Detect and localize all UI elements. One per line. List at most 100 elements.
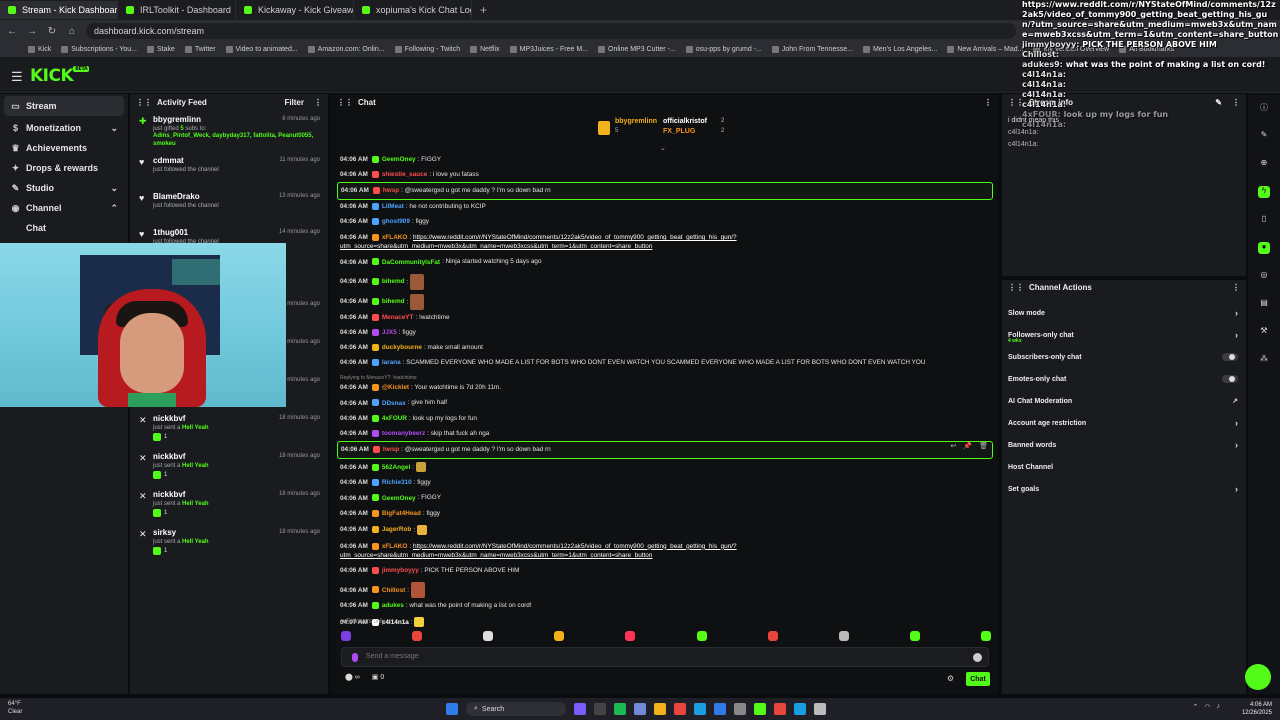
chat-message[interactable]: 04:06 AM JJX5: figgy <box>337 325 993 340</box>
menu-icon[interactable]: ☰ <box>11 69 23 85</box>
channel-action-slow-mode[interactable]: Slow mode › <box>1002 302 1246 324</box>
message-username[interactable]: hwsp <box>383 446 399 453</box>
system-clock[interactable]: 4:06 AM 12/26/2025 <box>1242 701 1272 717</box>
chat-message[interactable]: 04:06 AM LilMeat: he not contributing to … <box>337 200 993 215</box>
message-username[interactable]: shiestie_sauce <box>382 171 427 178</box>
chat-bubble-icon[interactable]: ● <box>1258 242 1270 254</box>
bookmark-item[interactable]: Video to animated... <box>225 46 298 53</box>
sidebar-item-drops-rewards[interactable]: ✦ Drops & rewards <box>0 158 128 178</box>
drag-handle-icon[interactable]: ⋮⋮ <box>1008 283 1024 292</box>
channel-action-ai-chat-moderation[interactable]: AI Chat Moderation ↗ <box>1002 390 1246 412</box>
sidebar-item-studio[interactable]: ✎ Studio ⌄ <box>0 178 128 198</box>
message-username[interactable]: 562Angel <box>382 464 410 471</box>
chat-message[interactable]: 04:06 AM duckybourne: make small amount <box>337 341 993 356</box>
message-username[interactable]: MenaceYT <box>382 314 414 321</box>
message-username[interactable]: LilMeat <box>382 203 404 210</box>
target-icon[interactable]: ⊕ <box>1258 158 1270 170</box>
microphone-icon[interactable] <box>352 653 358 662</box>
app-icon-2[interactable] <box>814 703 826 715</box>
back-icon[interactable]: ← <box>6 26 18 37</box>
channel-action-account-age-restriction[interactable]: Account age restriction › <box>1002 412 1246 434</box>
message-username[interactable]: @Kicklet <box>382 384 409 391</box>
message-link[interactable]: utm_source=share&utm_medium=mweb3x&utm_n… <box>340 552 652 559</box>
bookmark-item[interactable]: Subscriptions - You... <box>61 46 137 53</box>
bookmark-item[interactable]: Twitter <box>184 46 216 53</box>
volume-icon[interactable]: ♪ <box>1217 703 1221 711</box>
message-username[interactable]: jimmyboyyy <box>382 567 419 574</box>
chat-message[interactable]: 04:06 AM 4xFOUR: look up my logs for fun <box>337 411 993 426</box>
windows-start-icon[interactable] <box>446 703 458 715</box>
send-chat-button[interactable]: Chat <box>966 672 990 686</box>
quick-emote-icon[interactable] <box>909 631 920 641</box>
bookmark-item[interactable]: John From Tennesse... <box>771 46 853 53</box>
browser-tab[interactable]: Stream - Kick Dashboard× <box>0 1 118 19</box>
chat-message[interactable]: 04:06 AM 562Angel: <box>337 459 993 476</box>
more-icon[interactable]: ⋮ <box>1232 283 1240 292</box>
quick-emote-icon[interactable] <box>412 631 423 641</box>
channel-action-subscribers-only-chat[interactable]: Subscribers-only chat <box>1002 346 1246 368</box>
chat-message[interactable]: 04:06 AM Chillost: <box>337 578 993 598</box>
channel-action-set-goals[interactable]: Set goals › <box>1002 478 1246 500</box>
message-username[interactable]: c4l14n1a <box>382 619 409 626</box>
sidebar-subitem-chat[interactable]: Chat <box>0 218 128 238</box>
quick-emote-icon[interactable] <box>554 631 565 641</box>
chevron-down-icon[interactable]: ⌄ <box>660 144 666 152</box>
chat-message[interactable]: 04:06 AM bihemd: <box>337 270 993 290</box>
chat-message[interactable]: 04:06 AM adukes: what was the point of ma… <box>337 598 993 613</box>
more-icon[interactable]: ⋮ <box>314 98 322 107</box>
viewers-indicator[interactable]: ⬤ ∞ <box>345 673 360 681</box>
address-bar[interactable]: dashboard.kick.com/stream <box>86 23 1016 39</box>
list-item[interactable]: ✕nickkbvf18 minutes agojust sent a Hell … <box>130 410 328 448</box>
channel-action-followers-only-chat[interactable]: Followers-only chat 4 wks › <box>1002 324 1246 346</box>
browser-tab[interactable]: IRLToolkit - Dashboard× <box>118 1 236 19</box>
list-item[interactable]: ✕ sirksy 18 minutes ago just sent a Hell Ye… <box>130 524 328 562</box>
sidebar-item-achievements[interactable]: ♛ Achievements <box>0 138 128 158</box>
layout-icon[interactable]: ▤ <box>1258 298 1270 310</box>
bookmark-item[interactable]: Men's Los Angeles... <box>862 46 937 53</box>
sidebar-item-monetization[interactable]: $ Monetization ⌄ <box>0 118 128 138</box>
chat-message[interactable]: 04:06 AM jimmyboyyy: PICK THE PERSON ABOV… <box>337 563 993 578</box>
message-link[interactable]: https://www.reddit.com/r/NYStateOfMind/c… <box>413 543 737 550</box>
chat-input[interactable] <box>366 653 946 660</box>
list-item[interactable]: ♥ cdmmat 11 minutes ago just followed the c… <box>130 152 328 188</box>
folder-icon[interactable] <box>654 703 666 715</box>
sidebar-item-stream[interactable]: ▭ Stream <box>4 96 124 116</box>
bookmark-item[interactable]: osu-pps by grumd -... <box>685 46 762 53</box>
chat-message[interactable]: 04:06 AM DaCommunityIsFat: Ninja started … <box>337 255 993 270</box>
message-username[interactable]: xFLAKO <box>382 234 408 241</box>
message-username[interactable]: hwsp <box>383 187 399 194</box>
trash-icon[interactable]: ▯ <box>1258 214 1270 226</box>
chat-message[interactable]: 04:06 AM xFLAKO: https://www.reddit.com/r… <box>337 230 993 255</box>
browser-tab[interactable]: Kickaway - Kick Giveaway Tool× <box>236 1 354 19</box>
chat-message[interactable]: 04:07 AM c4l14n1a: <box>337 614 993 631</box>
quick-emote-icon[interactable] <box>483 631 494 641</box>
pencil-icon[interactable]: ✎ <box>1258 130 1270 142</box>
chrome-icon[interactable] <box>674 703 686 715</box>
filter-button[interactable]: Filter <box>284 98 304 107</box>
message-username[interactable]: BigFat4Head <box>382 510 421 517</box>
bookmark-item[interactable]: MP3Juices - Free M... <box>509 46 588 53</box>
reply-icon[interactable]: ↩ <box>951 443 957 451</box>
help-chat-button[interactable] <box>1245 664 1271 690</box>
list-item[interactable]: ✕nickkbvf18 minutes agojust sent a Hell … <box>130 486 328 524</box>
message-username[interactable]: toomanybeerz <box>382 430 425 437</box>
chat-message[interactable]: 04:06 AM BigFat4Head: figgy <box>337 506 993 521</box>
quick-emote-icon[interactable] <box>625 631 636 641</box>
steam-icon[interactable] <box>694 703 706 715</box>
message-username[interactable]: larana <box>382 359 401 366</box>
message-link[interactable]: https://www.reddit.com/r/NYStateOfMind/c… <box>413 234 737 241</box>
bookmark-item[interactable]: New Arrivals – Mad... <box>947 46 1023 53</box>
tools-icon[interactable]: ⚒ <box>1258 326 1270 338</box>
photos-icon[interactable] <box>714 703 726 715</box>
discord-icon[interactable] <box>634 703 646 715</box>
wifi-icon[interactable]: ◠ <box>1204 703 1210 711</box>
chat-message[interactable]: 04:06 AM bihemd: <box>337 290 993 310</box>
more-icon[interactable]: ⋮ <box>984 98 992 107</box>
kick-logo[interactable]: KICK BETA <box>30 66 90 86</box>
message-username[interactable]: Richie310 <box>382 479 412 486</box>
message-username[interactable]: bihemd <box>382 278 405 285</box>
chat-message[interactable]: 04:06 AM ghost909: figgy <box>337 215 993 230</box>
toggle-switch[interactable] <box>1222 353 1238 361</box>
message-username[interactable]: duckybourne <box>382 344 422 351</box>
chat-message[interactable]: 04:06 AM larana: SCAMMED EVERYONE WHO MAD… <box>337 356 993 371</box>
